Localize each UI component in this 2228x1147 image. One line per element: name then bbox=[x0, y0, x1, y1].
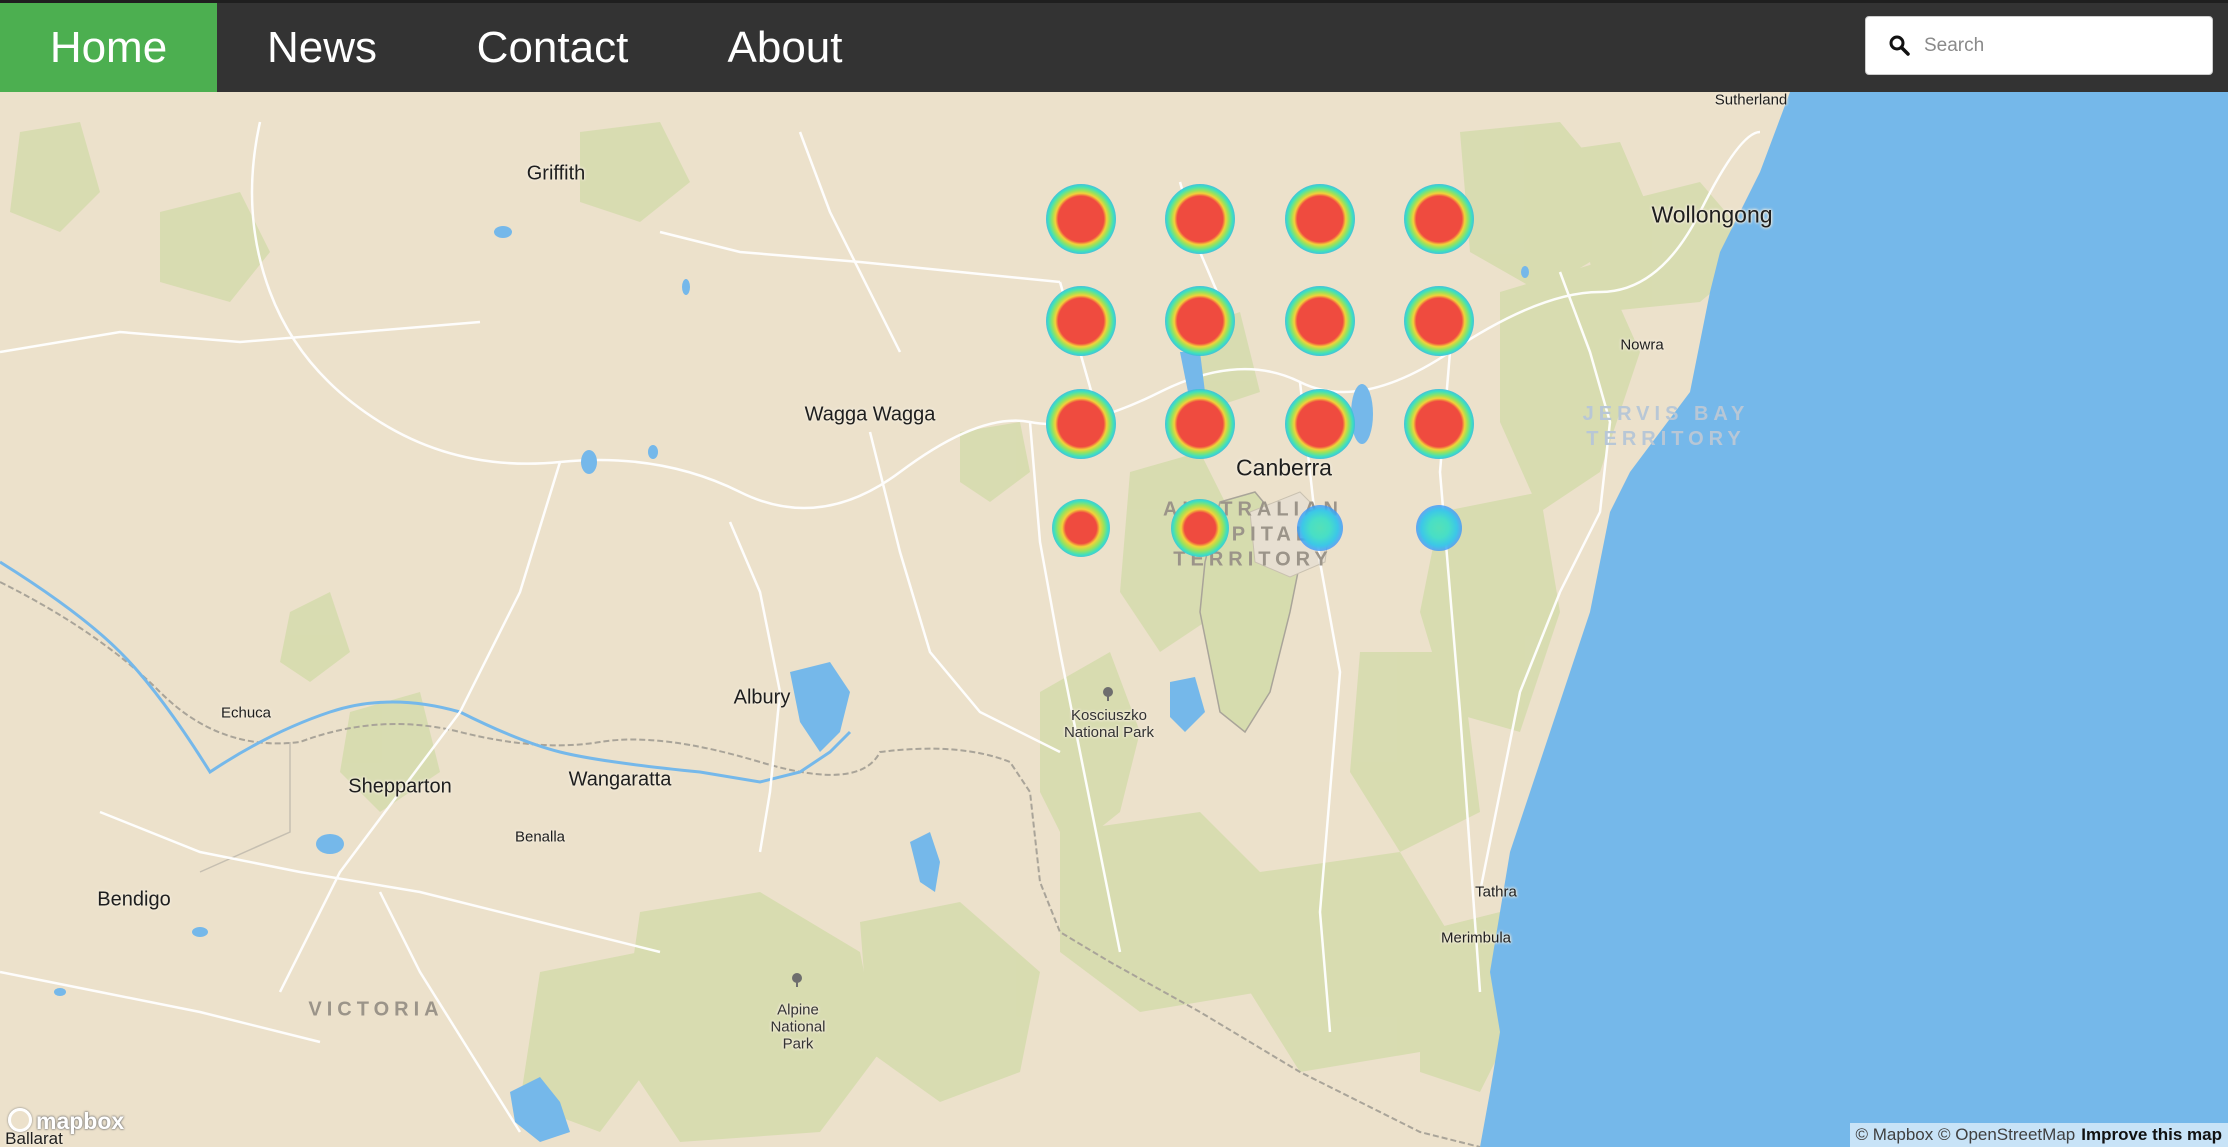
search-box[interactable] bbox=[1865, 16, 2213, 75]
mapbox-logo-text: mapbox bbox=[36, 1108, 125, 1134]
nav-home[interactable]: Home bbox=[0, 3, 217, 92]
mapbox-logo-icon bbox=[8, 1108, 32, 1132]
nav-news[interactable]: News bbox=[217, 3, 427, 92]
heatmap-point bbox=[1046, 286, 1116, 356]
label-wagga-wagga: Wagga Wagga bbox=[804, 403, 936, 426]
heatmap-point bbox=[1046, 184, 1116, 254]
label-kosciuszko-national-park: Kosciuszko National Park bbox=[1063, 707, 1155, 741]
nav-about[interactable]: About bbox=[680, 3, 890, 92]
heatmap-point bbox=[1285, 184, 1355, 254]
search-input[interactable] bbox=[1922, 23, 2206, 69]
map-view[interactable]: Sutherland Wollongong Griffith Nowra JER… bbox=[0, 92, 2228, 1147]
tree-icon bbox=[1101, 686, 1115, 702]
label-bendigo: Bendigo bbox=[97, 888, 171, 911]
label-nowra: Nowra bbox=[1620, 336, 1664, 354]
label-benalla: Benalla bbox=[514, 828, 566, 846]
label-sutherland: Sutherland bbox=[1714, 92, 1788, 109]
tree-icon bbox=[790, 972, 804, 988]
heatmap-point bbox=[1046, 389, 1116, 459]
nav-contact[interactable]: Contact bbox=[440, 3, 665, 92]
attribution-text: © Mapbox © OpenStreetMap bbox=[1855, 1125, 2076, 1144]
heatmap-point bbox=[1404, 286, 1474, 356]
heatmap-point bbox=[1404, 184, 1474, 254]
heatmap-point bbox=[1052, 499, 1110, 557]
label-echuca: Echuca bbox=[220, 704, 272, 722]
heatmap-point bbox=[1285, 286, 1355, 356]
label-griffith: Griffith bbox=[526, 162, 586, 185]
label-merimbula: Merimbula bbox=[1440, 929, 1512, 947]
search-icon bbox=[1889, 35, 1910, 56]
map-base-layer bbox=[0, 92, 2228, 1147]
label-victoria: VICTORIA bbox=[308, 998, 444, 1021]
heatmap-point bbox=[1171, 499, 1229, 557]
label-jervis-bay-territory: JERVIS BAY TERRITORY bbox=[1582, 403, 1750, 450]
heatmap-point bbox=[1165, 286, 1235, 356]
heatmap-point bbox=[1416, 505, 1462, 551]
improve-map-link[interactable]: Improve this map bbox=[2081, 1125, 2222, 1144]
label-albury: Albury bbox=[733, 686, 791, 709]
label-shepparton: Shepparton bbox=[348, 775, 452, 798]
heatmap-point bbox=[1404, 389, 1474, 459]
heatmap-point bbox=[1297, 505, 1343, 551]
mapbox-logo[interactable]: mapbox bbox=[8, 1108, 124, 1136]
label-alpine-national-park: Alpine National Park bbox=[770, 1001, 826, 1053]
heatmap-point bbox=[1165, 184, 1235, 254]
heatmap-point bbox=[1285, 389, 1355, 459]
top-navbar: Home News Contact About bbox=[0, 0, 2228, 92]
map-attribution: © Mapbox © OpenStreetMap Improve this map bbox=[1849, 1123, 2228, 1147]
label-wangaratta: Wangaratta bbox=[568, 768, 672, 791]
label-tathra: Tathra bbox=[1475, 883, 1517, 901]
label-wollongong: Wollongong bbox=[1651, 201, 1773, 228]
heatmap-point bbox=[1165, 389, 1235, 459]
